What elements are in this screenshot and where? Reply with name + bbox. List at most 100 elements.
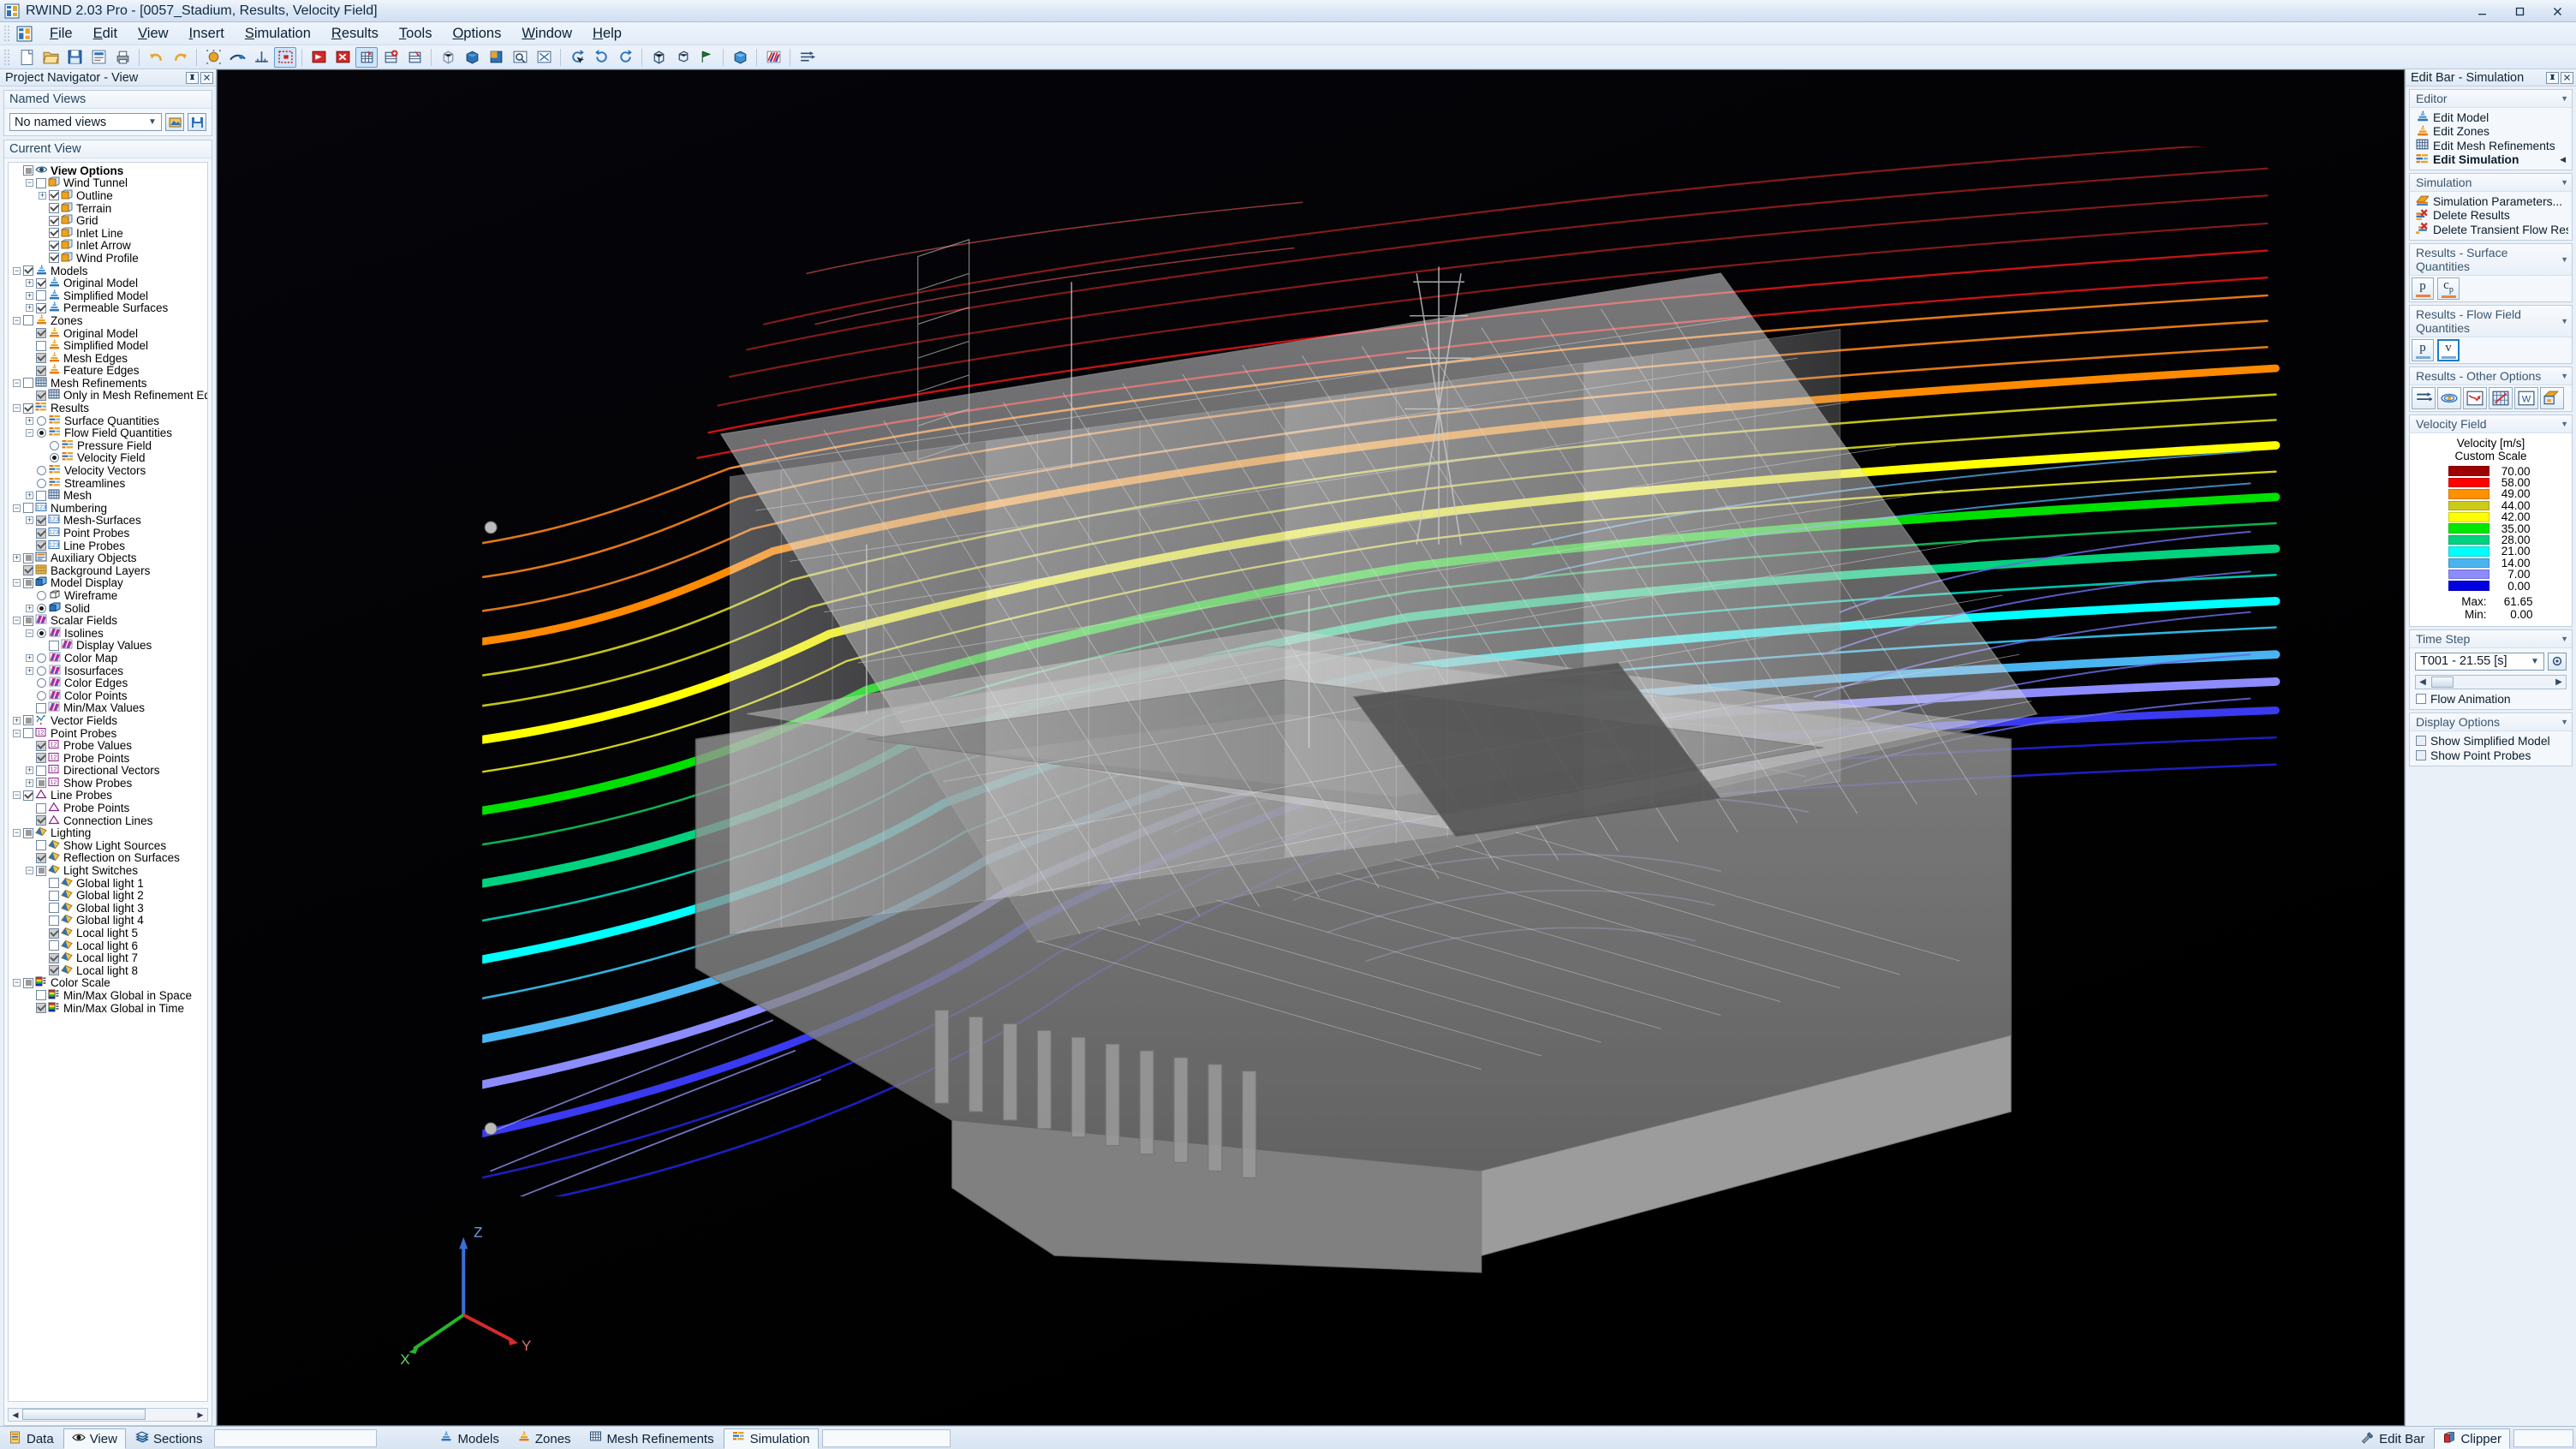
tree-item-color-scale[interactable]: − Color Scale	[10, 976, 207, 989]
checkbox[interactable]	[36, 340, 46, 351]
checkbox[interactable]	[36, 328, 46, 339]
tree-item-min-max-values[interactable]: Min/Max Values	[10, 701, 207, 714]
apply-view-button[interactable]	[165, 113, 184, 131]
radio-button[interactable]	[37, 415, 46, 426]
mesh-edit-button[interactable]	[403, 47, 426, 68]
tree-item-global-light-2[interactable]: Global light 2	[10, 889, 207, 902]
render-cube-button[interactable]	[729, 47, 751, 68]
collapse-icon[interactable]: −	[12, 403, 21, 413]
simulation-section-header[interactable]: Simulation ▼	[2410, 174, 2572, 192]
chevron-down-icon[interactable]: ▼	[2561, 420, 2568, 428]
collapse-icon[interactable]: −	[25, 178, 34, 188]
tree-item-line-probes[interactable]: 123 Line Probes	[10, 540, 207, 552]
checkbox[interactable]	[36, 865, 46, 876]
tree-item-probe-values[interactable]: 12 Probe Values	[10, 739, 207, 752]
tree-item-global-light-4[interactable]: Global light 4	[10, 914, 207, 927]
tree-item-wind-tunnel[interactable]: − Wind Tunnel	[10, 176, 207, 189]
expand-icon[interactable]: +	[25, 666, 34, 676]
radio-button[interactable]	[37, 690, 46, 701]
time-step-settings-button[interactable]	[2548, 652, 2567, 671]
tree-item-mesh-edges[interactable]: Mesh Edges	[10, 352, 207, 365]
tree-item-mesh[interactable]: + Mesh	[10, 489, 207, 502]
bottom-tab-models[interactable]: Models	[431, 1428, 507, 1449]
perspective-view-button[interactable]	[671, 47, 694, 68]
checkbox[interactable]	[36, 515, 46, 526]
radio-button[interactable]	[37, 466, 46, 476]
checkbox[interactable]	[36, 702, 46, 713]
toolbar-grip[interactable]	[3, 48, 11, 66]
minimize-button[interactable]	[2463, 0, 2501, 22]
3d-viewport[interactable]: Z X Y	[217, 69, 2405, 1426]
menu-grip[interactable]	[3, 25, 11, 42]
radio-button[interactable]	[37, 428, 46, 438]
checkbox[interactable]	[36, 802, 46, 814]
checkbox[interactable]	[23, 577, 33, 588]
checkbox[interactable]	[36, 365, 46, 376]
checkbox[interactable]	[23, 615, 33, 626]
checkbox[interactable]	[23, 402, 33, 414]
time-step-header[interactable]: Time Step ▼	[2410, 629, 2572, 648]
chevron-down-icon[interactable]: ▼	[2561, 317, 2568, 325]
checkbox[interactable]	[49, 915, 59, 926]
new-document-button[interactable]	[15, 47, 38, 68]
bottom-tab-view[interactable]: View	[63, 1428, 126, 1449]
expand-icon[interactable]: +	[25, 604, 34, 613]
tree-item-solid[interactable]: + Solid	[10, 602, 207, 615]
tree-item-lighting[interactable]: − Lighting	[10, 826, 207, 839]
tree-item-terrain[interactable]: Terrain	[10, 202, 207, 215]
expand-icon[interactable]: +	[25, 491, 34, 500]
tree-item-only-in-mesh-refinement-edito[interactable]: Only in Mesh Refinement Edito	[10, 389, 207, 402]
edit-bar-item-simulation-parameters[interactable]: Simulation Parameters...	[2413, 194, 2568, 209]
tree-item-scalar-fields[interactable]: − Scalar Fields	[10, 614, 207, 627]
display-option-show-simplified-model[interactable]: Show Simplified Model	[2413, 734, 2568, 748]
named-views-select[interactable]: No named views ▼	[9, 113, 162, 131]
checkbox[interactable]	[36, 390, 46, 401]
tree-item-original-model[interactable]: + Original Model	[10, 277, 207, 289]
checkbox[interactable]	[36, 490, 46, 501]
radio-button[interactable]	[50, 453, 59, 463]
render-options-button[interactable]	[2540, 386, 2564, 409]
checkbox[interactable]	[23, 503, 33, 514]
tree-item-probe-points[interactable]: 12 Probe Points	[10, 752, 207, 765]
menu-item-simulation[interactable]: Simulation	[235, 22, 321, 45]
chevron-down-icon[interactable]: ▼	[2561, 372, 2568, 380]
bottom-tab-simulation[interactable]: Simulation	[723, 1428, 819, 1449]
checkbox[interactable]	[49, 228, 59, 239]
pin-icon[interactable]	[2546, 71, 2559, 84]
tree-item-probe-points[interactable]: Probe Points	[10, 802, 207, 814]
edit-bar-item-edit-model[interactable]: Edit Model	[2413, 110, 2568, 125]
bottom-tab-mesh-refinements[interactable]: Mesh Refinements	[581, 1428, 723, 1449]
radio-button[interactable]	[37, 653, 46, 663]
chevron-down-icon[interactable]: ▼	[2561, 94, 2568, 103]
flow-animation-checkbox-row[interactable]: Flow Animation	[2413, 692, 2568, 707]
tree-item-mesh-refinements[interactable]: − Mesh Refinements	[10, 377, 207, 390]
close-icon[interactable]	[200, 71, 213, 84]
save-report-button[interactable]	[87, 47, 110, 68]
point-grid-button[interactable]	[202, 47, 224, 68]
tree-item-local-light-8[interactable]: Local light 8	[10, 964, 207, 977]
time-step-slider-thumb[interactable]	[2431, 676, 2454, 688]
tree-item-grid[interactable]: Grid	[10, 214, 207, 227]
menu-item-file[interactable]: File	[39, 22, 83, 45]
scalar-field-button[interactable]	[762, 47, 784, 68]
radio-button[interactable]	[37, 628, 46, 638]
save-disk-button[interactable]	[63, 47, 86, 68]
wireframe-cube-button[interactable]	[437, 47, 459, 68]
checkbox[interactable]	[2416, 750, 2426, 761]
expand-icon[interactable]: +	[12, 716, 21, 725]
isometric-view-button[interactable]	[647, 47, 670, 68]
collapse-icon[interactable]: −	[12, 616, 21, 625]
expand-icon[interactable]: +	[25, 303, 34, 313]
checkbox[interactable]	[36, 852, 46, 863]
shaded-cube-button[interactable]	[461, 47, 483, 68]
menu-item-view[interactable]: View	[128, 22, 178, 45]
selection-rectangle-button[interactable]	[274, 46, 296, 68]
result-diagram-button[interactable]	[2463, 386, 2487, 409]
radio-button[interactable]	[37, 478, 46, 488]
expand-icon[interactable]: +	[25, 291, 34, 301]
checkbox[interactable]	[36, 302, 46, 313]
pressure-cp-button[interactable]: cp	[2437, 277, 2460, 300]
tree-item-light-switches[interactable]: − Light Switches	[10, 864, 207, 877]
maximize-button[interactable]	[2501, 0, 2538, 22]
chevron-down-icon[interactable]: ▼	[2561, 635, 2568, 643]
